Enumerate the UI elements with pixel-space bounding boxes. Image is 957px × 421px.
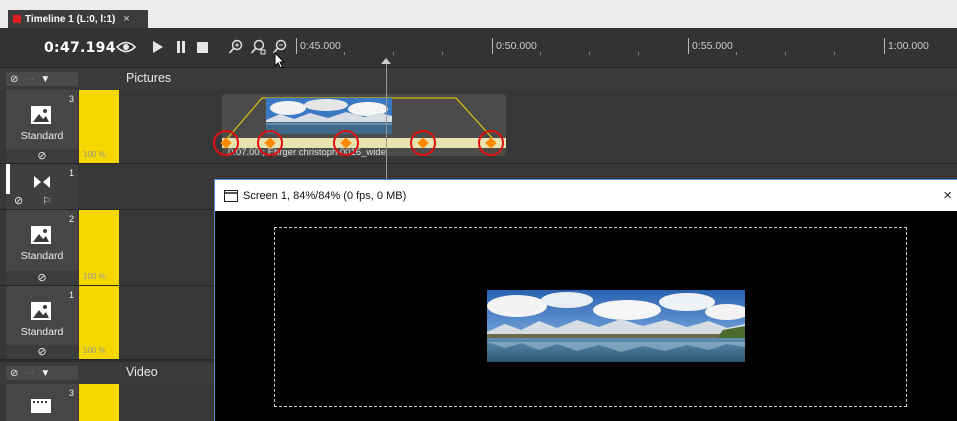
timeline-tab[interactable]: Timeline 1 (L:0, l:1) ×	[8, 10, 148, 28]
ruler-minor-tick	[589, 52, 590, 55]
track-mute-button[interactable]: ⊘	[6, 149, 78, 163]
ruler-major-tick	[492, 38, 493, 54]
window-icon	[224, 189, 238, 202]
track-mute-button[interactable]: ⊘	[6, 271, 78, 285]
ruler-major-tick	[688, 38, 689, 54]
track-mode-label: Standard	[20, 130, 64, 142]
preview-image	[487, 290, 745, 362]
ruler-minor-tick	[638, 52, 639, 55]
track-header[interactable]: 3 Standard ⊘	[6, 90, 78, 163]
track-header[interactable]: 1 Standard ⊘	[6, 286, 78, 359]
play-icon[interactable]	[152, 38, 164, 56]
image-track-icon	[31, 106, 51, 124]
ruler-minor-tick	[540, 52, 541, 55]
image-track-icon	[31, 226, 51, 244]
keyframe-highlight	[213, 130, 239, 156]
track-selection-indicator	[6, 164, 10, 194]
keyframe-highlight	[410, 130, 436, 156]
keyframe-highlight	[478, 130, 504, 156]
tab-title: Timeline 1 (L:0, l:1)	[25, 13, 116, 25]
zoom-fit-icon[interactable]	[250, 38, 266, 56]
mute-icon[interactable]: ⊘	[10, 368, 18, 379]
screen-titlebar[interactable]: Screen 1, 84%/84% (0 fps, 0 MB) ×	[215, 180, 957, 211]
tab-close-button[interactable]: ×	[123, 13, 129, 25]
ruler-label: 0:55.000	[692, 40, 733, 52]
group-header-pictures: ⊘ ⋯ ▼ Pictures	[0, 68, 957, 90]
track-header[interactable]: 1 ⊘ ⚐	[6, 164, 78, 209]
timecode-display: 0:47.194	[44, 40, 116, 56]
ruler-label: 0:50.000	[496, 40, 537, 52]
dots-icon: ⋯	[24, 73, 35, 85]
screen-title: Screen 1, 84%/84% (0 fps, 0 MB)	[243, 189, 407, 202]
track-number: 2	[68, 214, 74, 224]
ruler-minor-tick	[736, 52, 737, 55]
screen-window[interactable]: Screen 1, 84%/84% (0 fps, 0 MB) ×	[214, 179, 957, 421]
ruler-major-tick	[884, 38, 885, 54]
screen-close-button[interactable]: ×	[943, 187, 952, 204]
track-number: 3	[68, 94, 74, 104]
opacity-label: 100 %	[83, 150, 106, 159]
opacity-label: 100 %	[83, 272, 106, 281]
tab-color-indicator	[13, 15, 21, 23]
ruler-minor-tick	[442, 52, 443, 55]
mute-icon[interactable]: ⊘	[10, 74, 18, 85]
track-header[interactable]: 2 Standard ⊘	[6, 210, 78, 285]
film-track-icon	[31, 399, 51, 413]
flag-icon[interactable]: ⚐	[42, 196, 51, 207]
dots-icon: ⋯	[24, 367, 35, 379]
playhead-handle[interactable]	[381, 58, 391, 64]
tab-bar: Timeline 1 (L:0, l:1) ×	[0, 0, 957, 28]
group-title: Video	[126, 365, 158, 379]
track-mode-label: Standard	[20, 250, 64, 262]
ruler-label: 0:45.000	[300, 40, 341, 52]
transition-icon	[34, 176, 50, 188]
track-mute-button[interactable]: ⊘	[6, 345, 78, 359]
ruler-minor-tick	[393, 52, 394, 55]
clip-caption: 0:07.00 ; Ehrger christoph 0016_wide	[228, 147, 386, 158]
image-track-icon	[31, 302, 51, 320]
pause-icon[interactable]	[176, 38, 186, 56]
zoom-in-icon[interactable]	[228, 38, 244, 56]
track-mute-button[interactable]: ⊘	[14, 194, 23, 207]
eye-icon[interactable]	[116, 38, 136, 56]
time-ruler[interactable]: 0:45.000 0:50.000 0:55.000 1:00.000	[296, 28, 957, 68]
track-mode-label: Standard	[20, 326, 64, 338]
track-header[interactable]: 3	[6, 384, 78, 421]
ruler-minor-tick	[344, 52, 345, 55]
opacity-bar[interactable]	[79, 384, 119, 421]
keyframe-highlight	[257, 130, 283, 156]
ruler-minor-tick	[834, 52, 835, 55]
keyframe-highlight	[333, 130, 359, 156]
group-title: Pictures	[126, 71, 172, 85]
ruler-label: 1:00.000	[888, 40, 929, 52]
collapse-icon[interactable]: ▼	[40, 74, 50, 85]
transport-toolbar: 0:47.194 0:45.000 0:50.000 0:55.000 1:00…	[0, 28, 957, 69]
clip-thumbnail	[266, 98, 392, 134]
track-number: 1	[68, 168, 74, 178]
stop-icon[interactable]	[197, 38, 208, 56]
ruler-major-tick	[296, 38, 297, 54]
collapse-icon[interactable]: ▼	[40, 368, 50, 379]
ruler-minor-tick	[785, 52, 786, 55]
group-controls[interactable]: ⊘ ⋯ ▼	[6, 366, 78, 380]
group-controls[interactable]: ⊘ ⋯ ▼	[6, 72, 78, 86]
playhead-line[interactable]	[386, 60, 387, 180]
track-number: 1	[68, 290, 74, 300]
opacity-label: 100 %	[83, 346, 106, 355]
track-number: 3	[68, 388, 74, 398]
